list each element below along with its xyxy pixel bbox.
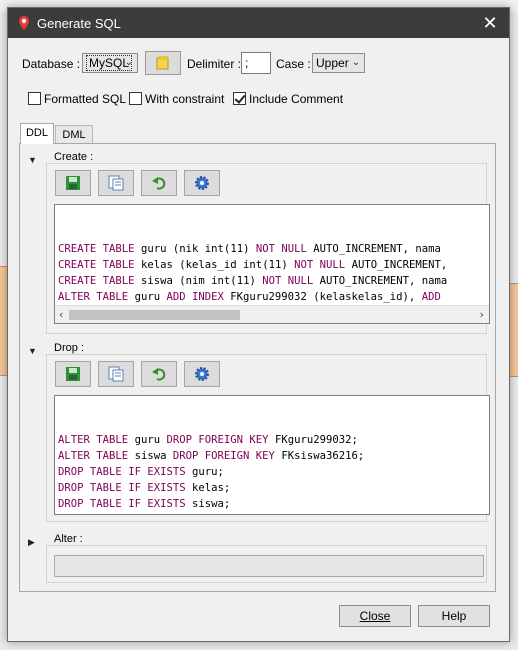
save-icon: [66, 176, 80, 190]
alter-title: Alter :: [52, 533, 85, 545]
create-sql-line: ALTER TABLE guru ADD INDEX FKguru299032 …: [58, 291, 441, 303]
note-icon: [156, 56, 169, 70]
create-collapse-toggle[interactable]: ▼: [28, 155, 37, 165]
create-copy-button[interactable]: [98, 170, 134, 196]
tab-dml[interactable]: DML: [55, 125, 93, 145]
copy-icon: [108, 366, 124, 382]
drop-settings-button[interactable]: [184, 361, 220, 387]
create-reset-button[interactable]: [141, 170, 177, 196]
undo-icon: [152, 177, 166, 190]
close-button-label: Close: [359, 609, 391, 623]
tab-ddl[interactable]: DDL: [20, 123, 54, 144]
drop-title: Drop :: [52, 342, 86, 354]
undo-icon: [152, 368, 166, 381]
include-comment-label: Include Comment: [249, 92, 344, 106]
create-save-button[interactable]: [55, 170, 91, 196]
drop-sql-line: DROP TABLE IF EXISTS guru;: [58, 466, 224, 478]
case-value: Upper: [316, 56, 349, 70]
case-select[interactable]: Upper ⌄: [312, 53, 365, 73]
create-sql-line: CREATE TABLE kelas (kelas_id int(11) NOT…: [58, 259, 448, 271]
close-icon[interactable]: ✕: [479, 12, 501, 34]
copy-icon: [108, 175, 124, 191]
alter-sql-field[interactable]: [54, 555, 484, 577]
drop-collapse-toggle[interactable]: ▼: [28, 346, 37, 356]
include-comment-checkbox[interactable]: [233, 92, 246, 105]
scroll-right-icon[interactable]: ›: [478, 307, 485, 323]
script-options-button[interactable]: [145, 51, 181, 75]
formatted-sql-label: Formatted SQL: [44, 92, 127, 106]
create-sql-editor[interactable]: CREATE TABLE guru (nik int(11) NOT NULL …: [54, 204, 490, 324]
drop-copy-button[interactable]: [98, 361, 134, 387]
dialog-title: Generate SQL: [37, 16, 121, 31]
database-select[interactable]: MySQL ⌄: [82, 53, 138, 73]
drop-sql-line: ALTER TABLE siswa DROP FOREIGN KEY FKsis…: [58, 450, 365, 462]
drop-sql-line: ALTER TABLE guru DROP FOREIGN KEY FKguru…: [58, 434, 358, 446]
scroll-left-icon[interactable]: ‹: [58, 307, 65, 323]
drop-save-button[interactable]: [55, 361, 91, 387]
save-icon: [66, 367, 80, 381]
database-label: Database :: [22, 57, 81, 71]
alter-expand-toggle[interactable]: ▶: [28, 537, 35, 548]
app-pin-icon: [17, 15, 31, 31]
drop-reset-button[interactable]: [141, 361, 177, 387]
drop-sql-editor[interactable]: ALTER TABLE guru DROP FOREIGN KEY FKguru…: [54, 395, 490, 515]
with-constraint-checkbox[interactable]: [129, 92, 142, 105]
with-constraint-label: With constraint: [145, 92, 225, 106]
create-settings-button[interactable]: [184, 170, 220, 196]
case-label: Case :: [276, 57, 311, 71]
create-title: Create :: [52, 151, 96, 163]
generate-sql-dialog: Generate SQL ✕ Database : MySQL ⌄ Delimi…: [7, 7, 510, 642]
gear-icon: [195, 367, 209, 381]
create-sql-line: CREATE TABLE guru (nik int(11) NOT NULL …: [58, 243, 441, 255]
delimiter-label: Delimiter :: [187, 57, 242, 71]
delimiter-input[interactable]: ;: [241, 52, 271, 74]
help-button[interactable]: Help: [418, 605, 490, 627]
scrollbar-thumb[interactable]: [69, 310, 240, 320]
chevron-down-icon: ⌄: [124, 57, 133, 68]
drop-sql-line: DROP TABLE IF EXISTS siswa;: [58, 498, 231, 510]
formatted-sql-checkbox[interactable]: [28, 92, 41, 105]
title-bar[interactable]: Generate SQL ✕: [8, 8, 509, 38]
drop-sql-lines: ALTER TABLE guru DROP FOREIGN KEY FKguru…: [58, 432, 489, 512]
create-sql-line: CREATE TABLE siswa (nim int(11) NOT NULL…: [58, 275, 448, 287]
chevron-down-icon: ⌄: [351, 57, 360, 68]
close-button[interactable]: Close: [339, 605, 411, 627]
create-horizontal-scrollbar[interactable]: ‹ ›: [55, 305, 489, 323]
gear-icon: [195, 176, 209, 190]
drop-sql-line: DROP TABLE IF EXISTS kelas;: [58, 482, 231, 494]
